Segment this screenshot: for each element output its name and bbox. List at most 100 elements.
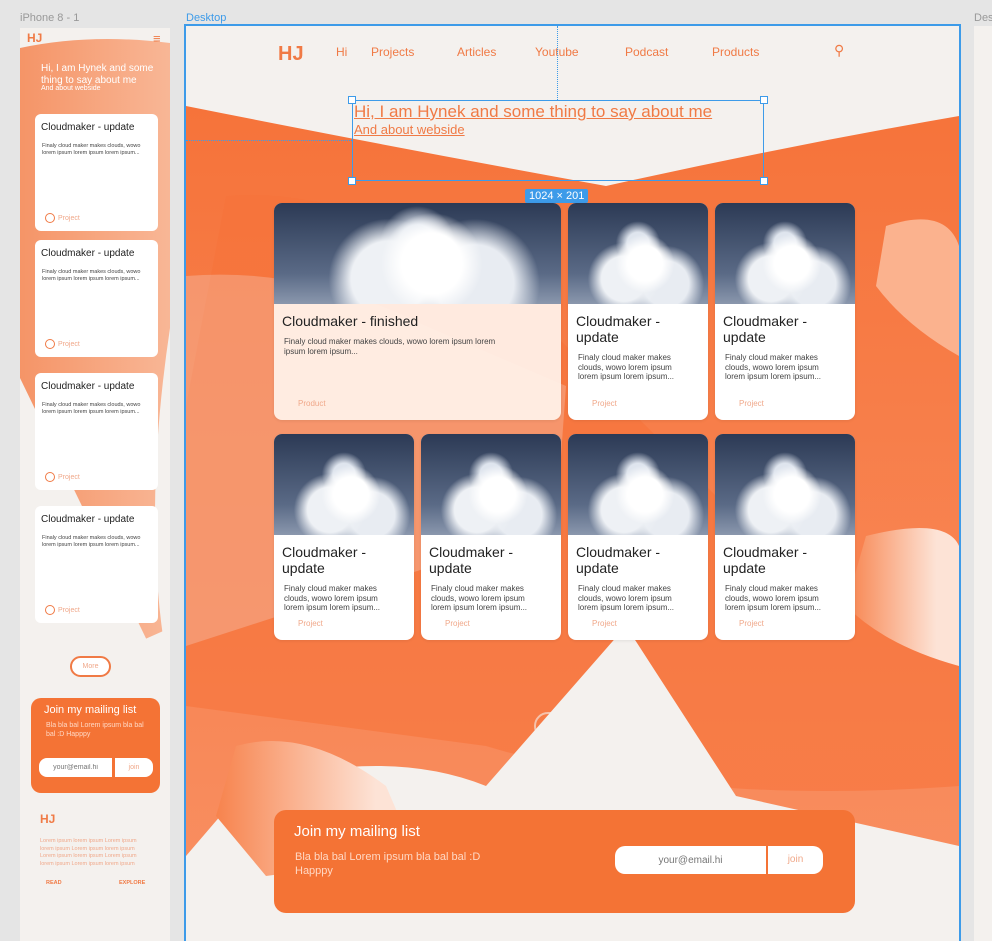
- more-button[interactable]: [534, 712, 584, 740]
- cloud-image: [568, 203, 708, 304]
- explore-link[interactable]: EXPLORE: [119, 880, 145, 886]
- card-title: Cloudmaker - update: [576, 313, 661, 345]
- card-tag: Project: [592, 399, 617, 408]
- card-tag-label: Project: [58, 340, 80, 348]
- hamburger-icon[interactable]: ≡: [153, 31, 161, 46]
- search-icon[interactable]: ⚲: [834, 42, 844, 59]
- circle-icon: [45, 213, 55, 223]
- email-input[interactable]: [39, 758, 112, 777]
- project-card[interactable]: Cloudmaker - update Finaly cloud maker m…: [715, 434, 855, 640]
- hero-subtitle: And about webside: [41, 85, 101, 92]
- card-title: Cloudmaker - update: [576, 544, 661, 576]
- card-tag: Product: [298, 399, 326, 408]
- card-title: Cloudmaker - update: [41, 381, 135, 392]
- project-card[interactable]: Cloudmaker - update Finaly cloud maker m…: [35, 373, 158, 490]
- card-text: Finaly cloud maker makes clouds, wowo lo…: [578, 584, 675, 613]
- cloud-image: [274, 203, 561, 304]
- resize-handle[interactable]: [760, 96, 768, 104]
- card-tag: Project: [45, 213, 80, 223]
- nav-products[interactable]: Products: [712, 45, 759, 59]
- guide-line: [186, 140, 352, 141]
- card-tag: Project: [592, 619, 617, 628]
- mailing-title: Join my mailing list: [294, 823, 420, 840]
- card-tag: Project: [298, 619, 323, 628]
- resize-handle[interactable]: [760, 177, 768, 185]
- card-title: Cloudmaker - update: [41, 248, 135, 259]
- cloud-image: [715, 434, 855, 535]
- logo[interactable]: HJ: [278, 43, 304, 66]
- card-tag-label: Project: [58, 606, 80, 614]
- project-card[interactable]: Cloudmaker - update Finaly cloud maker m…: [35, 506, 158, 623]
- guide-line: [557, 26, 558, 100]
- mailing-text: Bla bla bal Lorem ipsum bla bal bal :D H…: [46, 722, 144, 739]
- footer-logo: HJ: [40, 812, 56, 826]
- desktop-frame[interactable]: HJ Hi Projects Articles Youtube Podcast …: [184, 24, 961, 941]
- nav-podcast[interactable]: Podcast: [625, 45, 668, 59]
- mailing-card: Join my mailing list Bla bla bal Lorem i…: [274, 810, 855, 913]
- nav-articles[interactable]: Articles: [457, 45, 496, 59]
- circle-icon: [45, 605, 55, 615]
- join-button[interactable]: join: [115, 758, 153, 777]
- frame-label-desktop-2[interactable]: Des: [974, 12, 992, 24]
- desktop-frame-2[interactable]: [974, 26, 992, 941]
- project-card[interactable]: Cloudmaker - update Finaly cloud maker m…: [568, 434, 708, 640]
- selected-hero-text[interactable]: Hi, I am Hynek and some thing to say abo…: [352, 100, 764, 181]
- cloud-image: [274, 434, 414, 535]
- card-title: Cloudmaker - update: [723, 544, 808, 576]
- cloud-image: [568, 434, 708, 535]
- hero-title: Hi, I am Hynek and some thing to say abo…: [354, 102, 713, 121]
- card-text: Finaly cloud maker makes clouds, wowo lo…: [431, 584, 528, 613]
- hero-title: Hi, I am Hynek and some thing to say abo…: [41, 63, 154, 86]
- card-text: Finaly cloud maker makes clouds, wowo lo…: [42, 269, 141, 283]
- card-text: Finaly cloud maker makes clouds, wowo lo…: [725, 584, 822, 613]
- frame-label-iphone[interactable]: iPhone 8 - 1: [20, 12, 79, 24]
- project-card[interactable]: Cloudmaker - update Finaly cloud maker m…: [35, 240, 158, 357]
- join-button[interactable]: join: [768, 846, 823, 874]
- card-tag: Project: [45, 339, 80, 349]
- card-tag: Project: [739, 399, 764, 408]
- circle-icon: [45, 339, 55, 349]
- frame-label-desktop[interactable]: Desktop: [186, 12, 226, 24]
- project-card[interactable]: Cloudmaker - update Finaly cloud maker m…: [35, 114, 158, 231]
- card-title: Cloudmaker - finished: [282, 313, 419, 329]
- project-card[interactable]: Cloudmaker - finished Finaly cloud maker…: [274, 203, 561, 420]
- iphone-frame[interactable]: HJ ≡ Hi, I am Hynek and some thing to sa…: [20, 28, 170, 941]
- cloud-image: [421, 434, 561, 535]
- nav-hi[interactable]: Hi: [336, 45, 347, 59]
- card-text: Finaly cloud maker makes clouds, wowo lo…: [284, 337, 496, 356]
- mailing-card: Join my mailing list Bla bla bal Lorem i…: [31, 698, 160, 793]
- resize-handle[interactable]: [348, 96, 356, 104]
- project-card[interactable]: Cloudmaker - update Finaly cloud maker m…: [421, 434, 561, 640]
- email-input[interactable]: [615, 846, 766, 874]
- card-title: Cloudmaker - update: [723, 313, 808, 345]
- logo[interactable]: HJ: [27, 31, 42, 45]
- card-text: Finaly cloud maker makes clouds, wowo lo…: [42, 402, 141, 416]
- card-title: Cloudmaker - update: [282, 544, 367, 576]
- footer-text: Lorem ipsum lorem ipsum Lorem ipsum lore…: [40, 838, 137, 868]
- read-link[interactable]: READ: [46, 880, 62, 886]
- resize-handle[interactable]: [348, 177, 356, 185]
- card-tag: Project: [739, 619, 764, 628]
- cloud-image: [715, 203, 855, 304]
- card-text: Finaly cloud maker makes clouds, wowo lo…: [42, 535, 141, 549]
- nav-projects[interactable]: Projects: [371, 45, 414, 59]
- project-card[interactable]: Cloudmaker - update Finaly cloud maker m…: [274, 434, 414, 640]
- size-badge: 1024 × 201: [525, 189, 589, 203]
- card-title: Cloudmaker - update: [41, 122, 135, 133]
- card-tag: Project: [45, 472, 80, 482]
- circle-icon: [45, 472, 55, 482]
- card-title: Cloudmaker - update: [41, 514, 135, 525]
- card-tag: Project: [45, 605, 80, 615]
- card-text: Finaly cloud maker makes clouds, wowo lo…: [578, 353, 675, 382]
- card-tag-label: Project: [58, 214, 80, 222]
- card-text: Finaly cloud maker makes clouds, wowo lo…: [725, 353, 822, 382]
- card-text: Finaly cloud maker makes clouds, wowo lo…: [284, 584, 381, 613]
- mailing-title: Join my mailing list: [44, 704, 137, 716]
- project-card[interactable]: Cloudmaker - update Finaly cloud maker m…: [568, 203, 708, 420]
- more-button[interactable]: More: [70, 656, 111, 677]
- card-tag-label: Project: [58, 473, 80, 481]
- hero-subtitle: And about webside: [354, 122, 465, 137]
- project-card[interactable]: Cloudmaker - update Finaly cloud maker m…: [715, 203, 855, 420]
- card-text: Finaly cloud maker makes clouds, wowo lo…: [42, 143, 141, 157]
- mailing-text: Bla bla bal Lorem ipsum bla bal bal :D H…: [295, 851, 481, 878]
